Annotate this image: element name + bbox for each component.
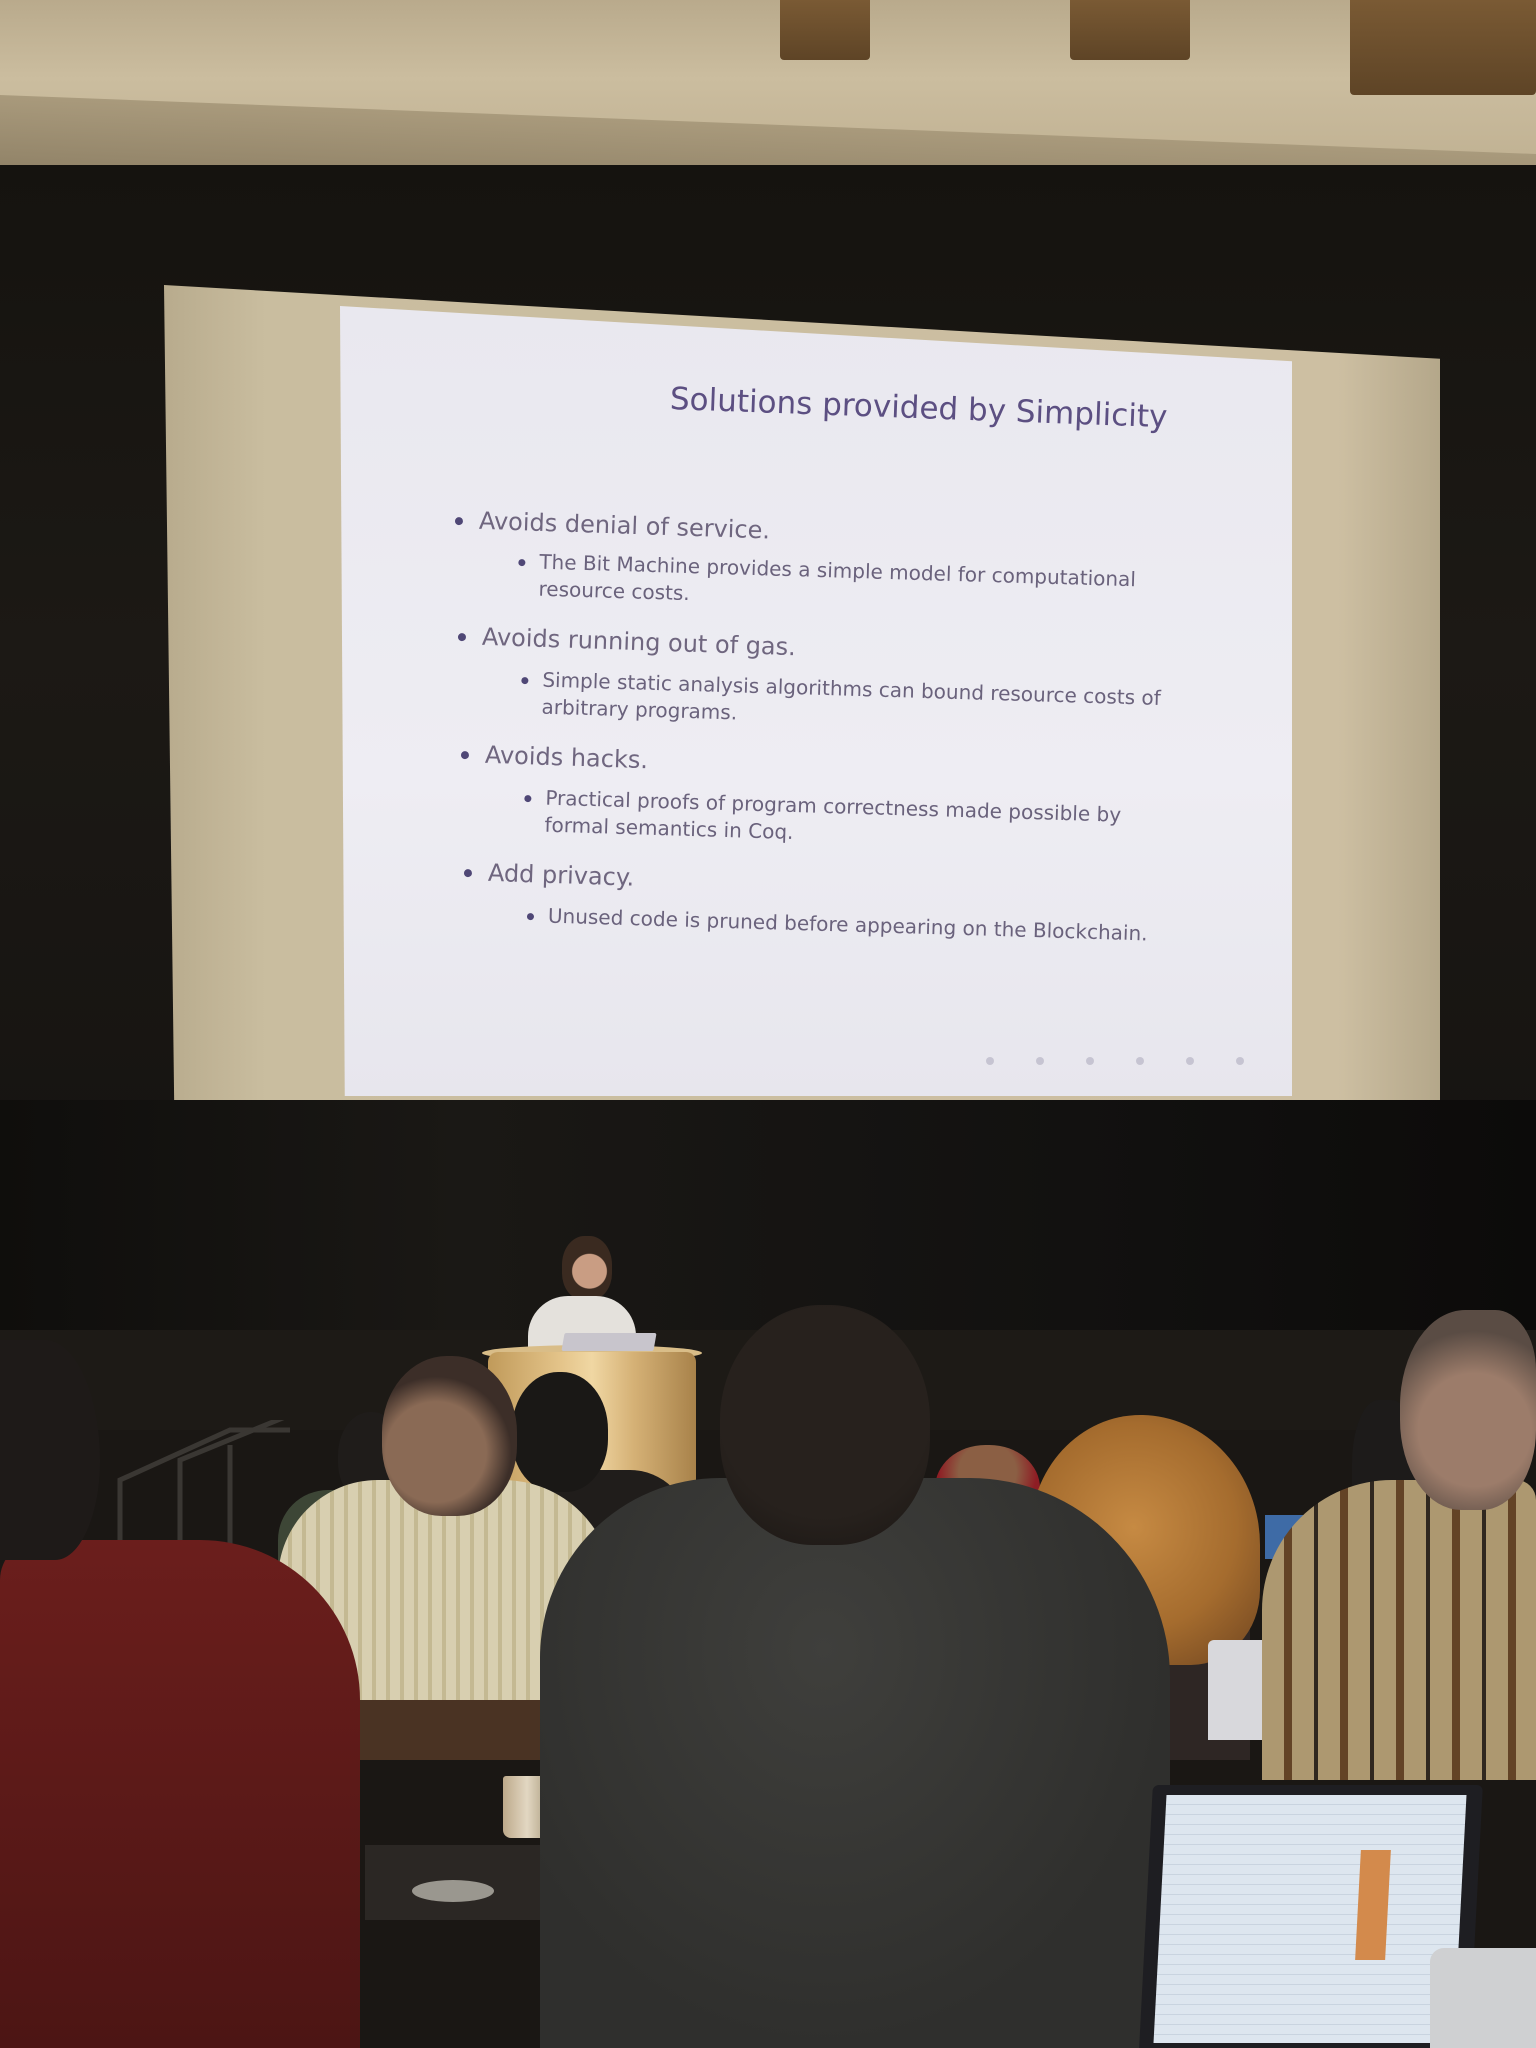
audience-head <box>720 1305 930 1545</box>
slide-bullet: Avoids denial of service. <box>454 506 771 545</box>
bullet-dot-icon <box>463 869 473 878</box>
sub-bullet-text: resource costs. <box>538 576 691 606</box>
bullet-dot-icon <box>454 517 464 526</box>
slide-sub-bullet: Unused code is pruned before appearing o… <box>526 902 1148 947</box>
audience-member <box>1262 1480 1536 1780</box>
bullet-text: Avoids denial of service. <box>478 506 771 545</box>
sub-bullet-text: Unused code is pruned before appearing o… <box>547 903 1148 946</box>
bullet-text: Avoids hacks. <box>484 740 649 775</box>
presentation-slide: Solutions provided by Simplicity Avoids … <box>340 306 1292 1096</box>
slide-title: Solutions provided by Simplicity <box>669 381 1168 436</box>
saucer <box>412 1880 494 1902</box>
slide-bullet: Avoids running out of gas. <box>457 622 797 662</box>
slide-bullet: Avoids hacks. <box>460 740 649 775</box>
audience-head <box>382 1356 517 1516</box>
sub-bullet-text: formal semantics in Coq. <box>544 812 794 844</box>
slide-bullet: Add privacy. <box>463 858 635 892</box>
spreadsheet-screen <box>1153 1795 1467 2043</box>
audience-member <box>540 1478 1170 2048</box>
slide-navigation-icons <box>986 1057 1244 1065</box>
spreadsheet-highlight <box>1355 1850 1391 1960</box>
chair <box>333 1700 563 1760</box>
speaker-laptop <box>561 1333 657 1351</box>
bullet-text: Add privacy. <box>487 858 635 892</box>
slide-sub-bullet: Practical proofs of program correctness … <box>523 784 1121 856</box>
slide-sub-bullet: The Bit Machine provides a simple model … <box>517 548 1136 620</box>
bullet-dot-icon <box>460 751 470 760</box>
bullet-dot-icon <box>457 633 467 642</box>
bullet-dot-icon <box>526 913 535 921</box>
audience-laptop <box>1430 1948 1536 2048</box>
slide-sub-bullet: Simple static analysis algorithms can bo… <box>520 666 1161 739</box>
audience-head <box>1400 1310 1536 1510</box>
bullet-dot-icon <box>521 677 529 685</box>
audience-member <box>0 1540 360 2048</box>
audience-head <box>512 1372 608 1492</box>
bullet-dot-icon <box>524 795 532 803</box>
ceiling-beam <box>1350 0 1536 95</box>
ceiling-beam <box>780 0 870 60</box>
bullet-text: Avoids running out of gas. <box>481 622 797 662</box>
speaker <box>562 1236 612 1300</box>
sub-bullet-text: arbitrary programs. <box>541 694 738 725</box>
ceiling-beam <box>1070 0 1190 60</box>
bullet-dot-icon <box>518 559 526 567</box>
